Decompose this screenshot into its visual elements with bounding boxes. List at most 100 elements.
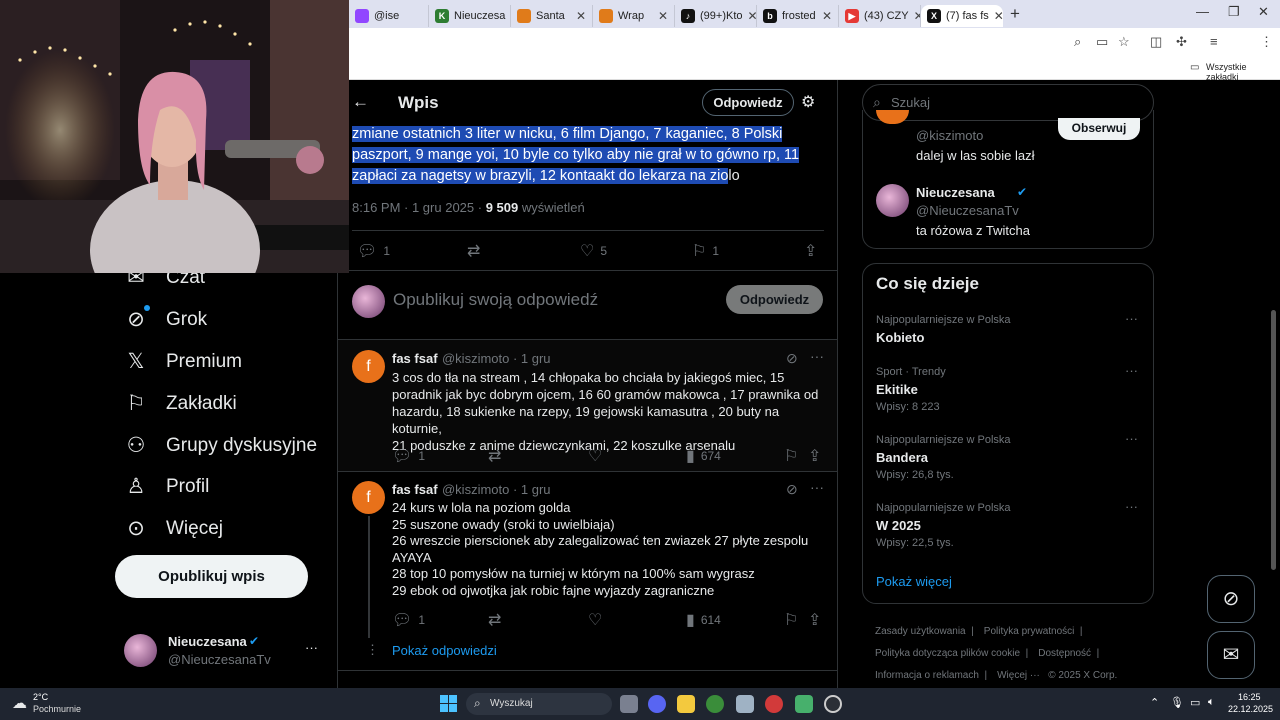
trend-item[interactable]: Najpopularniejsze w Polska ··· W 2025 Wp…	[863, 496, 1153, 552]
taskbar-search[interactable]: ⌕ Wyszukaj	[466, 693, 612, 715]
header-reply-button[interactable]: Odpowiedz	[702, 89, 794, 116]
display-icon[interactable]: ▭	[1190, 696, 1200, 709]
grok-icon[interactable]: ⊘	[786, 481, 798, 498]
zoom-icon[interactable]: ⌕	[1074, 34, 1081, 50]
trend-item[interactable]: Najpopularniejsze w Polska ··· Bandera W…	[863, 428, 1153, 484]
like-action[interactable]: ♡ 5	[580, 241, 607, 261]
sidebar-item-grok[interactable]: ⊘ Grok	[124, 307, 207, 332]
task-view-icon[interactable]	[620, 695, 638, 713]
reply-action[interactable]: 💬︎ 1	[357, 241, 390, 261]
reply-input[interactable]: Opublikuj swoją odpowiedź	[393, 290, 598, 310]
browser-tab-active[interactable]: X (7) fas fs ✕	[921, 5, 1003, 27]
search-input[interactable]: Szukaj	[891, 95, 930, 110]
clock-date[interactable]: 22.12.2025	[1228, 704, 1273, 714]
more-icon[interactable]: ···	[1125, 499, 1138, 514]
browser-tab[interactable]: b frosted ✕	[757, 5, 839, 27]
sidebar-item-groups[interactable]: ⚇ Grupy dyskusyjne	[124, 433, 317, 458]
trend-item[interactable]: Najpopularniejsze w Polska ··· Kobieto	[863, 308, 1153, 356]
browser-tab[interactable]: K Nieuczesa ✕	[429, 5, 511, 27]
footer-link[interactable]: Informacja o reklamach	[875, 670, 979, 681]
volume-icon[interactable]: 🔈︎	[1208, 696, 1215, 709]
reply-action[interactable]: 💬︎ 1	[392, 610, 425, 630]
microphone-icon[interactable]: 🎙︎	[1170, 696, 1184, 709]
avatar[interactable]	[876, 110, 909, 124]
sidebar-item-bookmarks[interactable]: ⚐ Zakładki	[124, 391, 237, 416]
bookmark-action[interactable]: ⚐	[784, 446, 798, 466]
follow-button[interactable]: Obserwuj	[1058, 118, 1140, 140]
account-more-icon[interactable]: ···	[305, 640, 318, 655]
footer-link[interactable]: Dostępność	[1038, 648, 1091, 659]
app-icon[interactable]	[824, 695, 842, 713]
maximize-icon[interactable]: ❐	[1228, 4, 1240, 20]
discord-icon[interactable]	[648, 695, 666, 713]
share-action[interactable]: ⇪	[804, 241, 817, 261]
sidebar-item-profile[interactable]: ♙ Profil	[124, 474, 210, 499]
avatar[interactable]: f	[352, 481, 385, 514]
browser-tab[interactable]: Wrap ✕	[593, 5, 675, 27]
minimize-icon[interactable]: —	[1196, 4, 1209, 19]
close-tab-icon[interactable]: ✕	[658, 9, 668, 23]
app-icon[interactable]	[795, 695, 813, 713]
share-action[interactable]: ⇪	[808, 610, 821, 630]
scrollbar[interactable]	[1271, 310, 1276, 570]
close-tab-icon[interactable]: ✕	[914, 9, 920, 23]
post-button[interactable]: Opublikuj wpis	[115, 555, 308, 598]
close-tab-icon[interactable]: ✕	[822, 9, 832, 23]
filter-icon[interactable]: ⚙	[801, 92, 815, 112]
back-arrow-icon[interactable]: ←	[352, 92, 369, 112]
cast-icon[interactable]: ▭	[1096, 34, 1108, 50]
media-icon[interactable]: ≡	[1210, 34, 1218, 49]
star-icon[interactable]: ☆	[1118, 34, 1130, 50]
bookmark-action[interactable]: ⚐	[784, 610, 798, 630]
avatar[interactable]: f	[352, 350, 385, 383]
grok-icon[interactable]: ⊘	[786, 350, 798, 367]
like-action[interactable]: ♡	[588, 610, 602, 630]
file-explorer-icon[interactable]	[677, 695, 695, 713]
more-icon[interactable]: ···	[1125, 311, 1138, 326]
browser-tab[interactable]: Santa ✕	[511, 5, 593, 27]
reply-action[interactable]: 💬︎ 1	[392, 446, 425, 466]
bookmark-action[interactable]: ⚐ 1	[692, 241, 719, 261]
weather-icon[interactable]: ☁	[12, 694, 27, 712]
extension-icon[interactable]: ◫	[1150, 34, 1162, 50]
avatar[interactable]	[876, 184, 909, 217]
composer-reply-button[interactable]: Odpowiedz	[726, 285, 823, 314]
close-window-icon[interactable]: ✕	[1258, 4, 1269, 20]
chrome-icon[interactable]	[706, 695, 724, 713]
sidebar-item-premium[interactable]: 𝕏 Premium	[124, 349, 242, 374]
author-name[interactable]: fas fsaf	[392, 351, 438, 366]
new-tab-button[interactable]: +	[1003, 4, 1027, 24]
account-switcher[interactable]: Nieuczesana ✔ @NieuczesanaTv ···	[115, 628, 337, 672]
repost-action[interactable]: ⇄	[488, 446, 501, 466]
menu-icon[interactable]: ⋮	[1260, 34, 1273, 50]
grok-fab[interactable]: ⊘	[1207, 575, 1255, 623]
reply-item[interactable]: f fas fsaf @kiszimoto · 1 gru ⊘ ··· 24 k…	[338, 472, 837, 638]
app-icon[interactable]	[736, 695, 754, 713]
messages-fab[interactable]: ✉	[1207, 631, 1255, 679]
repost-action[interactable]: ⇄	[488, 610, 501, 630]
clock-time[interactable]: 16:25	[1238, 692, 1261, 702]
like-action[interactable]: ♡	[588, 446, 602, 466]
trend-item[interactable]: Sport · Trendy ··· Ekitike Wpisy: 8 223	[863, 360, 1153, 416]
more-icon[interactable]: ···	[1125, 363, 1138, 378]
start-button[interactable]	[440, 695, 457, 712]
reply-item[interactable]: f fas fsaf @kiszimoto · 1 gru ⊘ ··· 3 co…	[338, 340, 837, 471]
repost-action[interactable]: ⇄	[467, 241, 480, 261]
close-tab-icon[interactable]: ✕	[994, 9, 1003, 23]
views-action[interactable]: ▮ 614	[686, 610, 721, 630]
author-name[interactable]: fas fsaf	[392, 482, 438, 497]
show-replies-link[interactable]: Pokaż odpowiedzi	[392, 643, 497, 658]
all-bookmarks-link[interactable]: Wszystkie zakładki	[1206, 62, 1280, 82]
close-tab-icon[interactable]: ✕	[748, 9, 757, 23]
browser-tab[interactable]: ▶ (43) CZY ✕	[839, 5, 921, 27]
more-icon[interactable]: ···	[810, 479, 824, 495]
more-icon[interactable]: ···	[810, 348, 824, 364]
footer-link[interactable]: Więcej ···	[997, 670, 1040, 681]
app-icon[interactable]	[765, 695, 783, 713]
footer-link[interactable]: Zasady użytkowania	[875, 626, 966, 637]
more-icon[interactable]: ···	[1125, 431, 1138, 446]
show-more-link[interactable]: Pokaż więcej	[876, 574, 952, 589]
puzzle-icon[interactable]: ✣	[1176, 34, 1187, 50]
footer-link[interactable]: Polityka prywatności	[984, 626, 1075, 637]
sidebar-item-more[interactable]: ⊙ Więcej	[124, 516, 223, 541]
